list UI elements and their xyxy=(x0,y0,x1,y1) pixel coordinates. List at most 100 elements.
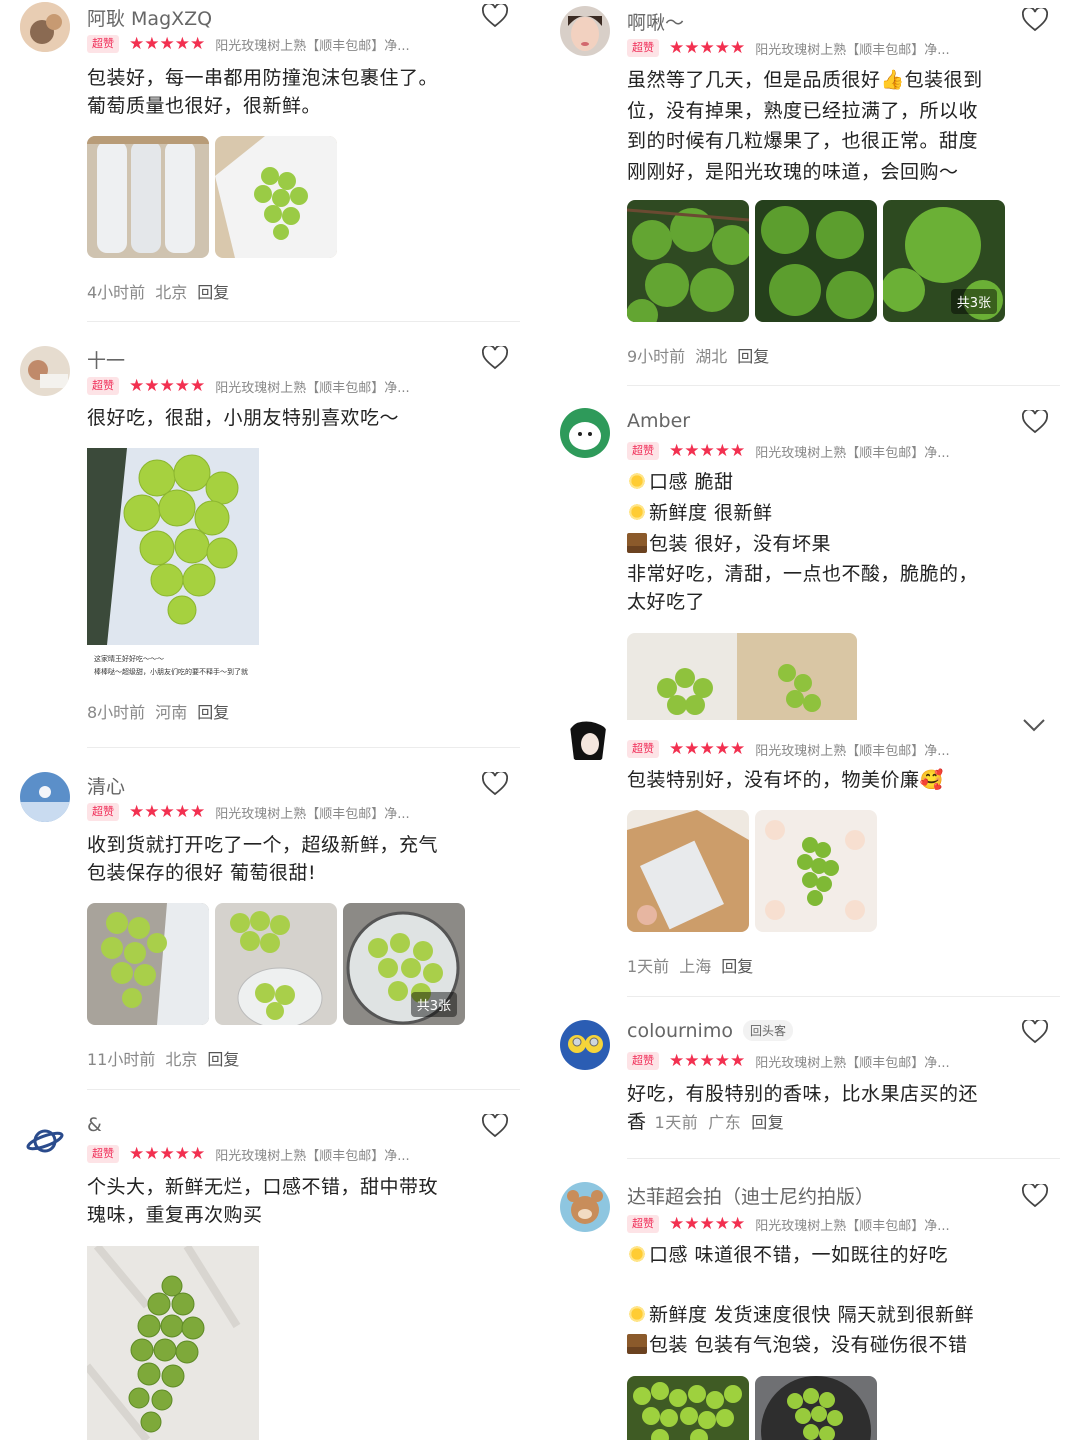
review-text: 包装好，每一串都用防撞泡沫包裹住了。 葡萄质量也很好，很新鲜。 xyxy=(87,67,439,117)
product-title[interactable]: 阳光玫瑰树上熟【顺丰包邮】净... xyxy=(215,377,419,396)
review-time: 1天前 xyxy=(627,957,670,976)
heart-icon[interactable] xyxy=(1022,1020,1048,1044)
reply-button[interactable]: 回复 xyxy=(751,1113,784,1132)
star-rating: ★★★★★ xyxy=(669,441,746,461)
flower-icon xyxy=(627,502,647,522)
chevron-down-icon[interactable] xyxy=(1022,718,1046,732)
user-name[interactable]: colournimo 回头客 xyxy=(627,1020,793,1042)
review-image[interactable] xyxy=(627,200,749,322)
heart-icon[interactable] xyxy=(482,772,508,796)
review-image[interactable] xyxy=(87,1246,259,1440)
super-like-badge: 超赞 xyxy=(627,740,659,758)
user-name[interactable]: Amber xyxy=(627,410,690,432)
heart-icon[interactable] xyxy=(1022,410,1048,434)
rating-row: 超赞 ★★★★★ 阳光玫瑰树上熟【顺丰包邮】净... xyxy=(87,1144,419,1164)
reply-button[interactable]: 回复 xyxy=(721,957,753,976)
left-column: 阿耿 MagXZQ 超赞 ★★★★★ 阳光玫瑰树上熟【顺丰包邮】净... 包装好… xyxy=(0,0,540,1440)
review-time: 1天前 xyxy=(654,1113,699,1132)
review-image[interactable] xyxy=(627,633,857,720)
review-footer: 4小时前 北京 回复 xyxy=(87,279,239,303)
heart-icon[interactable] xyxy=(482,346,508,370)
super-like-badge: 超赞 xyxy=(87,377,119,395)
review-text: 非常好吃，清甜，一点也不酸，脆脆的， 太好吃了 xyxy=(627,563,979,613)
review-attributes: 口感 脆甜 新鲜度 很新鲜 包装 很好，没有坏果 xyxy=(627,467,1027,560)
rating-row: 超赞 ★★★★★ 阳光玫瑰树上熟【顺丰包邮】净... xyxy=(627,441,959,461)
star-rating: ★★★★★ xyxy=(669,739,746,759)
review-images xyxy=(627,633,857,720)
super-like-badge: 超赞 xyxy=(627,1052,659,1070)
product-title[interactable]: 阳光玫瑰树上熟【顺丰包邮】净... xyxy=(755,1215,959,1234)
review-image[interactable] xyxy=(755,200,877,322)
review-image[interactable] xyxy=(627,1376,749,1440)
product-title[interactable]: 阳光玫瑰树上熟【顺丰包邮】净... xyxy=(755,39,959,58)
flower-icon xyxy=(627,471,647,491)
review-text: 好吃，有股特别的香味，比水果店买的还 香 1天前 广东 回复 xyxy=(627,1083,979,1133)
super-like-badge: 超赞 xyxy=(627,39,659,57)
avatar[interactable] xyxy=(566,720,610,764)
product-title[interactable]: 阳光玫瑰树上熟【顺丰包邮】净... xyxy=(215,1145,419,1164)
avatar[interactable] xyxy=(20,1114,70,1164)
star-rating: ★★★★★ xyxy=(129,1144,206,1164)
user-name[interactable]: 十一 xyxy=(87,346,125,373)
avatar[interactable] xyxy=(560,6,610,56)
review-image[interactable] xyxy=(755,810,877,932)
right-column: 啊啾～ 超赞 ★★★★★ 阳光玫瑰树上熟【顺丰包邮】净... 虽然等了几天，但是… xyxy=(540,0,1080,1440)
review-image[interactable]: 共3张 xyxy=(343,903,465,1025)
review-images xyxy=(627,1376,877,1440)
heart-icon[interactable] xyxy=(1022,1184,1048,1208)
star-rating: ★★★★★ xyxy=(669,1214,746,1234)
review-text: 虽然等了几天，但是品质很好👍包装很到 位，没有掉果，熟度已经拉满了，所以收 到的… xyxy=(627,69,983,183)
review-image[interactable] xyxy=(87,448,259,645)
heart-icon[interactable] xyxy=(1022,8,1048,32)
avatar[interactable] xyxy=(560,408,610,458)
review-image[interactable] xyxy=(87,136,209,258)
rating-row: 超赞 ★★★★★ 阳光玫瑰树上熟【顺丰包邮】净... xyxy=(87,376,419,396)
product-title[interactable]: 阳光玫瑰树上熟【顺丰包邮】净... xyxy=(215,35,419,54)
user-name[interactable]: 啊啾～ xyxy=(627,8,684,35)
avatar[interactable] xyxy=(20,772,70,822)
reply-button[interactable]: 回复 xyxy=(197,703,229,722)
super-like-badge: 超赞 xyxy=(87,35,119,53)
user-name[interactable]: 清心 xyxy=(87,772,125,799)
heart-icon[interactable] xyxy=(482,4,508,28)
image-caption: 这家晴王好好吃～～～ xyxy=(94,655,164,663)
divider xyxy=(627,385,1060,386)
product-title[interactable]: 阳光玫瑰树上熟【顺丰包邮】净... xyxy=(755,442,959,461)
super-like-badge: 超赞 xyxy=(627,442,659,460)
review-image[interactable] xyxy=(755,1376,877,1440)
star-rating: ★★★★★ xyxy=(129,376,206,396)
review-location: 广东 xyxy=(708,1113,742,1132)
review-image[interactable] xyxy=(215,136,337,258)
user-name[interactable]: 达菲超会拍（迪士尼约拍版） xyxy=(627,1182,874,1209)
product-title[interactable]: 阳光玫瑰树上熟【顺丰包邮】净... xyxy=(755,1052,959,1071)
heart-icon[interactable] xyxy=(482,1114,508,1138)
review-image[interactable] xyxy=(215,903,337,1025)
reply-button[interactable]: 回复 xyxy=(737,347,769,366)
star-rating: ★★★★★ xyxy=(129,34,206,54)
user-name[interactable]: & xyxy=(87,1114,102,1136)
avatar[interactable] xyxy=(20,346,70,396)
avatar[interactable] xyxy=(560,1020,610,1070)
box-icon xyxy=(627,1334,647,1354)
review-location: 北京 xyxy=(165,1050,198,1069)
review-images xyxy=(87,448,259,645)
reply-button[interactable]: 回复 xyxy=(207,1050,239,1069)
review-time: 9小时前 xyxy=(627,347,686,366)
rating-row: 超赞 ★★★★★ 阳光玫瑰树上熟【顺丰包邮】净... xyxy=(627,39,959,58)
review-image[interactable]: 共3张 xyxy=(883,200,1005,322)
review-image[interactable] xyxy=(87,903,209,1025)
avatar[interactable] xyxy=(20,2,70,52)
rating-row: 超赞 ★★★★★ 阳光玫瑰树上熟【顺丰包邮】净... xyxy=(627,1051,959,1071)
product-title[interactable]: 阳光玫瑰树上熟【顺丰包邮】净... xyxy=(215,803,419,822)
review-text: 包装特别好，没有坏的，物美价廉🥰 xyxy=(627,769,944,791)
reply-button[interactable]: 回复 xyxy=(197,283,229,302)
star-rating: ★★★★★ xyxy=(669,1051,746,1071)
review-footer: 1天前 上海 回复 xyxy=(627,953,763,977)
review-images xyxy=(87,136,337,258)
product-title[interactable]: 阳光玫瑰树上熟【顺丰包邮】净... xyxy=(755,740,959,759)
box-icon xyxy=(627,533,647,553)
avatar[interactable] xyxy=(560,1182,610,1232)
user-name[interactable]: 阿耿 MagXZQ xyxy=(87,4,212,31)
review-text: 收到货就打开吃了一个，超级新鲜，充气 包装保存的很好 葡萄很甜! xyxy=(87,834,439,884)
review-image[interactable] xyxy=(627,810,749,932)
